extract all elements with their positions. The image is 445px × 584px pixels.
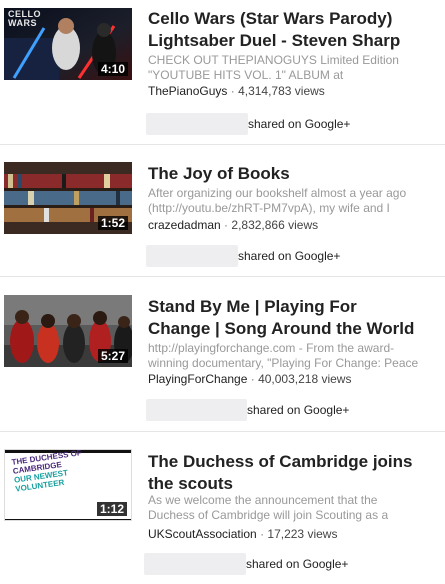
video-duration: 5:27 [97,349,128,363]
channel-link[interactable]: ThePianoGuys [148,84,227,98]
channel-link[interactable]: UKScoutAssociation [148,527,257,541]
redacted-sharer [146,244,238,267]
video-thumbnail[interactable]: CELLO WARS 4:10 [4,8,132,80]
video-description: http://playingforchange.com - From the a… [148,341,419,370]
video-title[interactable]: Stand By Me | Playing For Change | Song … [148,296,440,340]
video-meta: ThePianoGuys · 4,314,783 views [148,84,325,98]
share-label: shared on Google+ [247,402,350,417]
video-thumbnail[interactable]: 1:52 [4,162,132,234]
share-line: shared on Google+ [146,112,351,135]
video-meta: PlayingForChange · 40,003,218 views [148,372,352,386]
video-duration: 1:52 [97,216,128,230]
view-count: 2,832,866 views [231,218,319,232]
video-title[interactable]: The Joy of Books [148,163,440,185]
view-count: 40,003,218 views [258,372,352,386]
video-title[interactable]: The Duchess of Cambridge joins the scout… [148,451,440,495]
video-description: After organizing our bookshelf almost a … [148,186,407,215]
thumbnail-caption: CELLO WARS [8,9,41,28]
video-meta: crazedadman · 2,832,866 views [148,218,319,232]
share-label: shared on Google+ [246,556,349,571]
view-count: 17,223 views [267,527,338,541]
video-duration: 4:10 [97,62,128,76]
divider [0,431,445,432]
video-thumbnail[interactable]: 5:27 [4,295,132,367]
video-title[interactable]: Cello Wars (Star Wars Parody) Lightsaber… [148,8,440,52]
share-label: shared on Google+ [248,116,351,131]
video-feed: CELLO WARS 4:10 Cello Wars (Star Wars Pa… [0,0,445,584]
share-line: shared on Google+ [144,552,349,575]
video-description: CHECK OUT THEPIANOGUYS Limited Edition "… [148,53,399,82]
video-description: As we welcome the announcement that the … [148,493,389,522]
divider [0,144,445,145]
channel-link[interactable]: PlayingForChange [148,372,247,386]
redacted-sharer [146,112,248,135]
redacted-sharer [144,552,246,575]
share-line: shared on Google+ [146,398,350,421]
share-line: shared on Google+ [146,244,341,267]
divider [0,276,445,277]
video-thumbnail[interactable]: THE DUCHESS OF CAMBRIDGE OUR NEWEST VOLU… [4,449,132,521]
channel-link[interactable]: crazedadman [148,218,221,232]
view-count: 4,314,783 views [238,84,325,98]
video-meta: UKScoutAssociation · 17,223 views [148,527,338,541]
share-label: shared on Google+ [238,248,341,263]
video-duration: 1:12 [96,502,127,516]
redacted-sharer [146,398,247,421]
